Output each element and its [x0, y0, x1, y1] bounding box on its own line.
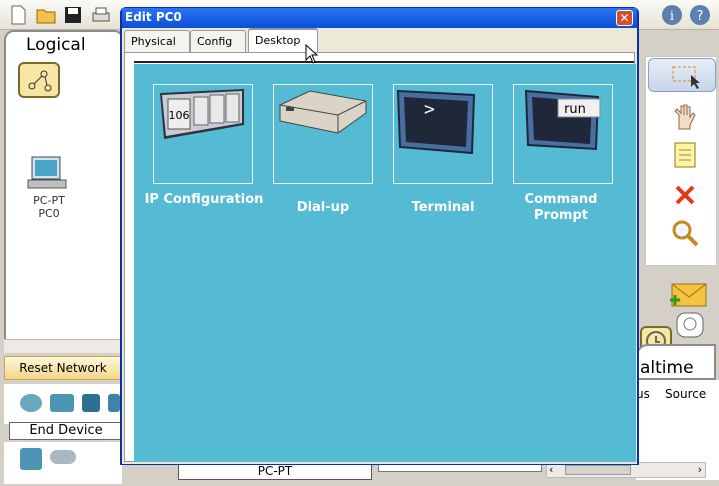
dial-up-app[interactable]: [273, 84, 373, 184]
simulation-pointer-icon[interactable]: [676, 312, 704, 338]
info-icon[interactable]: i: [661, 4, 683, 26]
note-icon[interactable]: [671, 141, 699, 169]
device-label-pc0[interactable]: PC-PT PC0: [22, 194, 76, 220]
desktop-top-strip: [134, 54, 634, 63]
select-tool-button[interactable]: [648, 58, 716, 92]
end-device-icon[interactable]: [20, 448, 42, 470]
wireless-icon[interactable]: [108, 394, 120, 412]
realtime-tab-label: altime: [640, 358, 694, 378]
dialog-title: Edit PC0: [125, 10, 182, 24]
terminal-app[interactable]: >: [393, 84, 493, 184]
ip-configuration-icon: 106: [160, 89, 244, 139]
inspect-magnifier-icon[interactable]: [671, 219, 699, 247]
ip-tile-number: 106: [169, 109, 190, 122]
pc-device-icon[interactable]: [26, 156, 70, 190]
column-source: Source: [665, 387, 707, 401]
device-model-label: PC-PT: [33, 194, 65, 207]
run-box-text: run: [564, 102, 586, 117]
ip-configuration-app[interactable]: 106: [153, 84, 253, 184]
delete-icon[interactable]: [671, 181, 699, 209]
device-name-label: PC0: [38, 207, 60, 220]
dial-up-label[interactable]: Dial-up: [263, 200, 383, 216]
workspace-horizontal-scrollbar[interactable]: [4, 339, 120, 353]
event-list-header: us Source: [636, 384, 719, 404]
command-prompt-icon: run: [524, 89, 601, 151]
tab-physical[interactable]: Physical: [124, 30, 190, 52]
realtime-mode-tab[interactable]: altime: [636, 344, 716, 380]
mouse-cursor-icon: [305, 44, 319, 64]
dialog-titlebar[interactable]: Edit PC0: [122, 8, 637, 28]
tab-config[interactable]: Config: [190, 30, 246, 52]
logical-tab-label: Logical: [26, 35, 86, 55]
reset-network-button[interactable]: Reset Network: [4, 356, 122, 380]
svg-text:i: i: [670, 9, 674, 24]
help-icon[interactable]: ?: [689, 4, 711, 26]
switch-icon[interactable]: [50, 394, 74, 412]
cluster-nav-icon[interactable]: [18, 62, 60, 98]
add-pdu-envelope-icon[interactable]: [668, 282, 708, 308]
svg-text:?: ?: [697, 9, 704, 24]
scroll-right-arrow-icon[interactable]: ›: [698, 463, 702, 476]
save-icon[interactable]: [63, 5, 83, 25]
command-prompt-label[interactable]: Command Prompt: [501, 192, 621, 224]
scroll-thumb[interactable]: [565, 465, 631, 475]
terminal-prompt-glyph: >: [424, 99, 435, 120]
hand-move-icon[interactable]: [671, 103, 699, 131]
cloud-icon[interactable]: [50, 450, 76, 464]
terminal-label[interactable]: Terminal: [383, 200, 503, 216]
device-model-row: [4, 442, 122, 484]
terminal-icon: >: [396, 89, 476, 155]
hub-icon[interactable]: [82, 394, 100, 412]
router-icon[interactable]: [20, 394, 42, 412]
print-icon[interactable]: [91, 5, 111, 25]
dial-up-modem-icon: [279, 90, 367, 134]
device-type-row: [4, 384, 122, 424]
new-file-icon[interactable]: [8, 5, 28, 25]
ip-configuration-label[interactable]: IP Configuration: [144, 192, 264, 208]
device-category-label: End Device: [9, 422, 123, 440]
command-prompt-app[interactable]: run: [513, 84, 613, 184]
close-icon[interactable]: ✕: [616, 10, 633, 26]
open-folder-icon[interactable]: [36, 5, 56, 25]
